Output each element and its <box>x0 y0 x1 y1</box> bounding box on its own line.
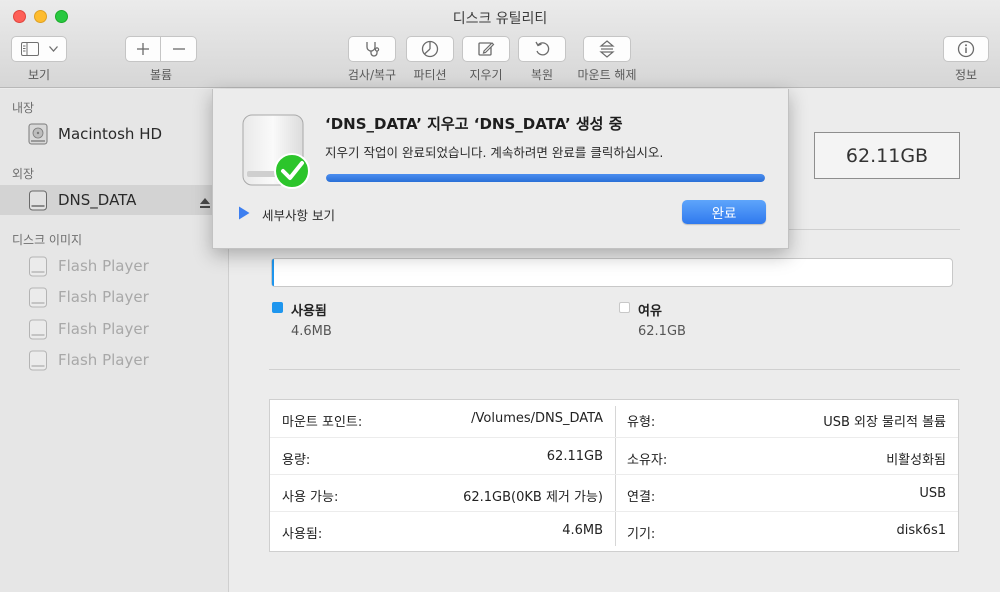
sidebar-item-label: Flash Player <box>58 320 149 338</box>
sidebar: 내장 Macintosh HD 외장 DNS_DATA 디스크 이미지 Flas… <box>0 89 229 592</box>
info-key: 연결: <box>627 490 656 505</box>
info-key: 기기: <box>627 527 656 542</box>
add-volume-button[interactable] <box>125 36 161 62</box>
unmount-button[interactable] <box>583 36 631 62</box>
info-value: 62.1GB(0KB 제거 가능) <box>463 490 603 505</box>
info-row-available: 사용 가능: 62.1GB(0KB 제거 가능) <box>270 474 615 511</box>
unmount-label: 마운트 해제 <box>577 68 637 82</box>
info-key: 사용 가능: <box>282 490 339 505</box>
chevron-down-icon <box>48 46 58 52</box>
usage-bar-used-fill <box>272 259 275 286</box>
disclosure-triangle-icon[interactable] <box>237 205 251 221</box>
disk-image-icon <box>28 318 48 340</box>
capacity-display: 62.11GB <box>814 132 960 179</box>
info-row-device: 기기: disk6s1 <box>615 511 958 548</box>
partition-button[interactable] <box>406 36 454 62</box>
toolbar: 디스크 유틸리티 보기 볼륨 검사/복구 파티션 지우기 복원 마운트 해제 정… <box>0 0 1000 88</box>
sidebar-icon <box>20 42 39 56</box>
info-key: 사용됨: <box>282 527 323 542</box>
unmount-icon <box>599 40 615 58</box>
sidebar-section-external: 외장 <box>12 167 35 181</box>
free-legend-label: 여유 <box>638 304 662 319</box>
info-value: 4.6MB <box>562 523 603 538</box>
usage-bar <box>271 258 953 287</box>
info-key: 마운트 포인트: <box>282 415 363 430</box>
info-row-connection: 연결: USB <box>615 474 958 511</box>
info-key: 유형: <box>627 415 656 430</box>
eject-icon[interactable] <box>199 194 211 208</box>
used-legend-value: 4.6MB <box>291 324 332 339</box>
info-row-owners: 소유자: 비활성화됨 <box>615 437 958 474</box>
sidebar-item-flash-player[interactable]: Flash Player <box>0 314 229 344</box>
sidebar-item-dns-data[interactable]: DNS_DATA <box>0 185 229 215</box>
pie-icon <box>421 40 439 58</box>
show-details-link[interactable]: 세부사항 보기 <box>262 205 335 224</box>
first-aid-button[interactable] <box>348 36 396 62</box>
used-legend-swatch <box>272 302 283 313</box>
sidebar-item-label: DNS_DATA <box>58 191 137 209</box>
sidebar-item-label: Flash Player <box>58 351 149 369</box>
info-label: 정보 <box>954 68 978 82</box>
view-button[interactable] <box>11 36 67 62</box>
info-row-capacity: 용량: 62.11GB <box>270 437 615 474</box>
volume-info-table: 마운트 포인트: /Volumes/DNS_DATA 용량: 62.11GB 사… <box>269 399 959 552</box>
info-value: /Volumes/DNS_DATA <box>471 411 603 426</box>
sidebar-item-label: Flash Player <box>58 257 149 275</box>
drive-success-icon <box>240 109 316 191</box>
plus-icon <box>136 42 150 56</box>
info-value: disk6s1 <box>896 523 946 538</box>
sheet-title: ‘DNS_DATA’ 지우고 ‘DNS_DATA’ 생성 중 <box>325 115 623 133</box>
window-title: 디스크 유틸리티 <box>452 11 548 27</box>
volume-label: 볼륨 <box>149 68 173 82</box>
sidebar-item-flash-player[interactable]: Flash Player <box>0 282 229 312</box>
restore-icon <box>533 40 551 58</box>
restore-button[interactable] <box>518 36 566 62</box>
disk-utility-window: 디스크 유틸리티 보기 볼륨 검사/복구 파티션 지우기 복원 마운트 해제 정… <box>0 0 1000 592</box>
erase-progress-bar <box>326 174 765 182</box>
info-button[interactable] <box>943 36 989 62</box>
sidebar-item-macintosh-hd[interactable]: Macintosh HD <box>0 119 229 149</box>
sidebar-item-flash-player[interactable]: Flash Player <box>0 251 229 281</box>
sidebar-item-label: Flash Player <box>58 288 149 306</box>
info-value: 62.11GB <box>546 449 603 464</box>
sheet-message: 지우기 작업이 완료되었습니다. 계속하려면 완료를 클릭하십시오. <box>325 145 664 160</box>
minus-icon <box>172 42 186 56</box>
remove-volume-button[interactable] <box>160 36 197 62</box>
free-legend-value: 62.1GB <box>638 324 686 339</box>
divider <box>269 369 960 370</box>
erase-pencil-icon <box>477 40 495 58</box>
progress-fill <box>326 174 765 182</box>
info-value: USB 외장 물리적 볼륨 <box>823 415 946 430</box>
info-value: 비활성화됨 <box>886 453 946 468</box>
view-label: 보기 <box>27 68 51 82</box>
sidebar-section-internal: 내장 <box>12 101 35 115</box>
stethoscope-icon <box>363 40 381 58</box>
erase-progress-sheet: ‘DNS_DATA’ 지우고 ‘DNS_DATA’ 생성 중 지우기 작업이 완… <box>212 89 789 249</box>
sidebar-item-label: Macintosh HD <box>58 125 163 143</box>
done-button[interactable]: 완료 <box>682 200 766 224</box>
info-row-type: 유형: USB 외장 물리적 볼륨 <box>615 400 958 437</box>
used-legend-label: 사용됨 <box>291 304 327 319</box>
internal-disk-icon <box>28 123 48 145</box>
info-value: USB <box>919 486 946 501</box>
info-row-used: 사용됨: 4.6MB <box>270 511 615 548</box>
disk-image-icon <box>28 286 48 308</box>
external-disk-icon <box>28 189 48 211</box>
disk-image-icon <box>28 349 48 371</box>
disk-image-icon <box>28 255 48 277</box>
info-row-mount-point: 마운트 포인트: /Volumes/DNS_DATA <box>270 400 615 437</box>
info-icon <box>957 40 975 58</box>
sidebar-section-disk-images: 디스크 이미지 <box>12 233 83 247</box>
sidebar-item-flash-player[interactable]: Flash Player <box>0 345 229 375</box>
free-legend-swatch <box>619 302 630 313</box>
info-key: 소유자: <box>627 453 668 468</box>
info-key: 용량: <box>282 453 311 468</box>
erase-button[interactable] <box>462 36 510 62</box>
